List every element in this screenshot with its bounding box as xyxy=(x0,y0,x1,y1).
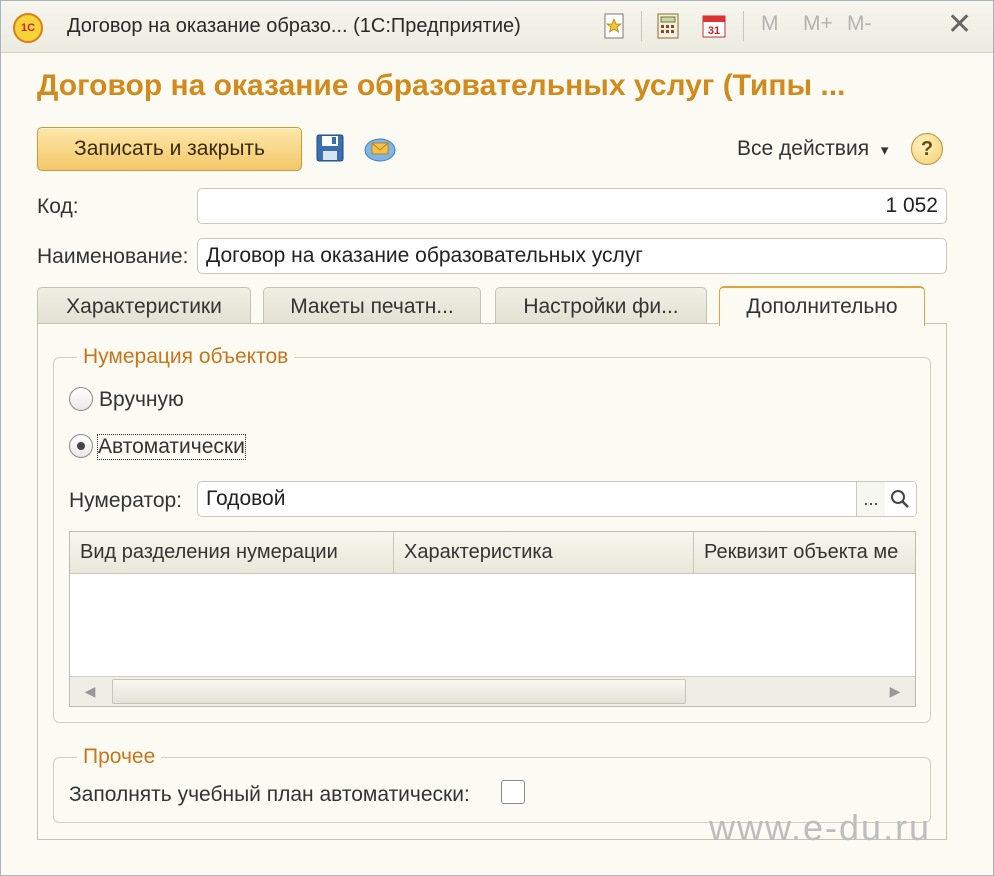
numerator-value: Годовой xyxy=(206,487,286,510)
tab-additional[interactable]: Дополнительно xyxy=(719,286,925,326)
numbering-group-title: Нумерация объектов xyxy=(77,345,295,369)
help-button[interactable]: ? xyxy=(911,133,943,165)
scroll-right-icon[interactable]: ▶ xyxy=(875,677,915,706)
window-title: Договор на оказание образо... (1С:Предпр… xyxy=(67,15,521,37)
memory-minus-button[interactable]: M- xyxy=(847,12,872,36)
horizontal-scrollbar[interactable]: ◀ ▶ xyxy=(70,676,915,706)
app-logo-icon[interactable]: 1С xyxy=(13,13,43,43)
numbering-table[interactable]: Вид разделения нумерации Характеристика … xyxy=(69,531,916,707)
scroll-left-icon[interactable]: ◀ xyxy=(70,677,110,706)
code-label: Код: xyxy=(37,195,79,218)
calendar-icon[interactable]: 31 xyxy=(699,11,729,41)
form-title: Договор на оказание образовательных услу… xyxy=(37,69,846,102)
other-group-title: Прочее xyxy=(77,745,162,769)
fill-plan-checkbox[interactable] xyxy=(501,780,525,804)
watermark: www.e-du.ru xyxy=(709,807,932,848)
column-header-numbering-type[interactable]: Вид разделения нумерации xyxy=(70,532,394,574)
memory-m-button[interactable]: M xyxy=(761,12,779,36)
scroll-thumb[interactable] xyxy=(112,679,686,704)
auto-radio[interactable] xyxy=(69,434,93,458)
code-field[interactable]: 1 052 xyxy=(197,188,947,224)
column-header-object-attribute[interactable]: Реквизит объекта ме xyxy=(694,532,915,574)
radio-selected-dot xyxy=(77,442,85,450)
toolbar-separator xyxy=(743,11,744,41)
numerator-label: Нумератор: xyxy=(69,489,183,512)
all-actions-label: Все действия xyxy=(737,137,870,160)
name-field[interactable]: Договор на оказание образовательных услу… xyxy=(197,238,947,274)
calculator-icon[interactable] xyxy=(653,11,683,41)
save-icon[interactable] xyxy=(313,131,347,165)
tab-filter-settings[interactable]: Настройки фи... xyxy=(495,287,707,325)
manual-radio-label[interactable]: Вручную xyxy=(99,388,184,412)
title-bar: 1С Договор на оказание образо... (1С:Пре… xyxy=(1,1,993,53)
send-message-icon[interactable] xyxy=(363,131,397,165)
tab-characteristics[interactable]: Характеристики xyxy=(37,287,251,325)
close-window-button[interactable]: ✕ xyxy=(947,7,972,42)
column-header-characteristic[interactable]: Характеристика xyxy=(394,532,694,574)
toolbar-separator xyxy=(641,11,642,41)
chevron-down-icon: ▾ xyxy=(880,142,889,159)
name-label: Наименование: xyxy=(37,245,189,268)
manual-radio[interactable] xyxy=(69,387,93,411)
fill-plan-label: Заполнять учебный план автоматически: xyxy=(69,783,470,806)
numerator-field[interactable]: Годовой xyxy=(197,481,917,517)
favorites-star-icon[interactable] xyxy=(599,11,629,41)
svg-text:31: 31 xyxy=(708,25,720,37)
tab-print-layouts[interactable]: Макеты печатн... xyxy=(263,287,481,325)
save-and-close-button[interactable]: Записать и закрыть xyxy=(37,127,302,171)
all-actions-menu[interactable]: Все действия ▾ xyxy=(737,137,888,161)
numerator-select-button[interactable]: ... xyxy=(856,482,886,516)
auto-radio-label[interactable]: Автоматически xyxy=(97,434,246,460)
memory-plus-button[interactable]: M+ xyxy=(803,12,833,36)
search-icon[interactable] xyxy=(885,482,915,516)
app-window: 1С Договор на оказание образо... (1С:Пре… xyxy=(0,0,994,876)
